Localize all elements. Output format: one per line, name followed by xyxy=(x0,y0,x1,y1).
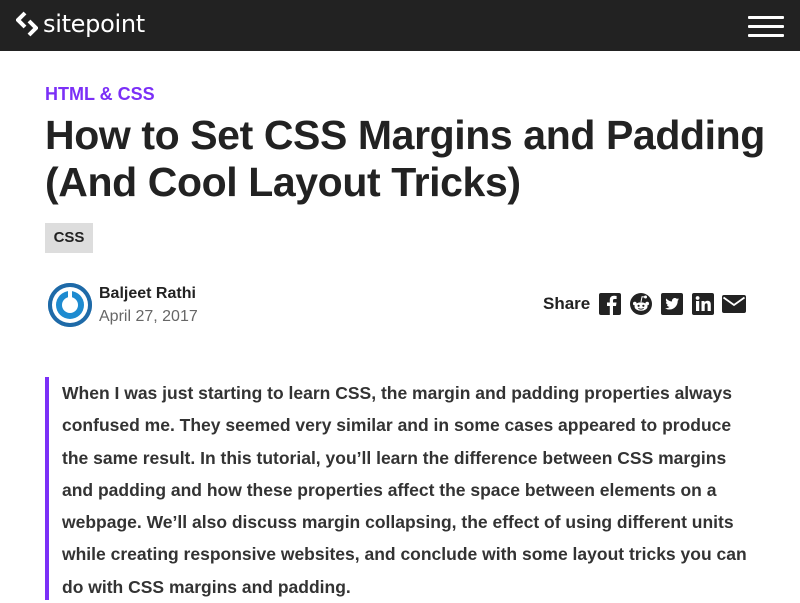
facebook-icon[interactable] xyxy=(598,293,622,315)
twitter-icon[interactable] xyxy=(660,293,684,315)
brand-name: sitepoint xyxy=(43,10,145,38)
author-avatar[interactable] xyxy=(48,283,92,327)
sitepoint-logo[interactable]: sitepoint xyxy=(16,11,145,37)
linkedin-icon[interactable] xyxy=(691,293,715,315)
tag-css[interactable]: CSS xyxy=(45,223,93,253)
sitepoint-logo-icon xyxy=(16,11,38,37)
reddit-icon[interactable] xyxy=(629,293,653,315)
publish-date: April 27, 2017 xyxy=(99,308,198,325)
hamburger-menu-icon[interactable] xyxy=(748,13,784,39)
email-icon[interactable] xyxy=(722,293,746,315)
site-header: sitepoint xyxy=(0,0,800,51)
category-link[interactable]: HTML & CSS xyxy=(45,83,155,105)
intro-text: When I was just starting to learn CSS, t… xyxy=(62,383,747,597)
avatar-icon xyxy=(48,283,92,327)
share-label: Share xyxy=(543,294,591,313)
author-name[interactable]: Baljeet Rathi xyxy=(99,285,196,303)
article-intro: When I was just starting to learn CSS, t… xyxy=(45,377,757,600)
article-title: How to Set CSS Margins and Padding (And … xyxy=(45,112,765,205)
